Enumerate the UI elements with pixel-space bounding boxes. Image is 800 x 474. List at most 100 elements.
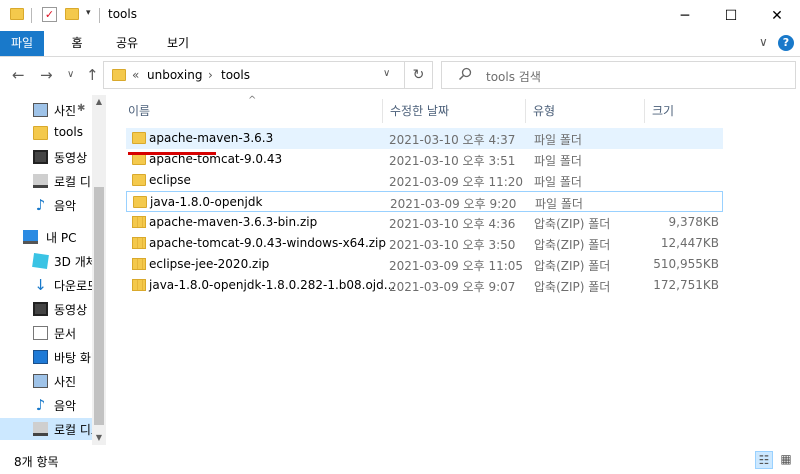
tab-view[interactable]: 보기 [160,31,196,56]
ribbon: 파일 홈 공유 보기 ∨ ? [0,31,800,57]
file-type: 파일 폴더 [534,133,582,147]
zip-folder-icon [132,237,146,249]
file-row[interactable]: java-1.8.0-openjdk 2021-03-09 오후 9:20 파일… [126,191,723,212]
search-icon [458,67,472,85]
column-divider[interactable] [525,99,526,123]
tab-home[interactable]: 홈 [60,31,94,56]
forward-button[interactable]: → [40,66,53,84]
breadcrumb-overflow-icon[interactable]: « [132,68,139,82]
file-type: 파일 폴더 [534,175,582,189]
navigation-scrollbar[interactable]: ▲ ▼ [92,95,106,445]
column-header-modified[interactable]: 수정한 날짜 [390,99,449,123]
column-header-type[interactable]: 유형 [533,99,555,123]
file-modified: 2021-03-09 오후 11:05 [389,259,524,273]
file-name: eclipse [149,173,191,187]
ribbon-collapse-icon[interactable]: ∨ [759,35,768,49]
column-divider[interactable] [382,99,383,123]
file-type: 파일 폴더 [534,154,582,168]
nav-item-pictures[interactable]: 사진 [0,370,92,392]
breadcrumb-separator[interactable]: › [208,68,213,82]
file-row[interactable]: apache-tomcat-9.0.43-windows-x64.zip 202… [126,233,723,254]
search-placeholder: tools 검색 [486,70,541,84]
file-name: apache-maven-3.6.3 [149,131,274,145]
nav-item-desktop[interactable]: 바탕 화면 [0,346,102,368]
tab-share[interactable]: 공유 [109,31,145,56]
address-bar[interactable]: « unboxing › tools ∨ [103,61,405,89]
file-name: apache-tomcat-9.0.43-windows-x64.zip [149,236,387,250]
file-size: 9,378KB [668,215,719,229]
file-row[interactable]: eclipse-jee-2020.zip 2021-03-09 오후 11:05… [126,254,723,275]
tab-file[interactable]: 파일 [0,31,44,56]
maximize-button[interactable]: ☐ [708,0,754,31]
nav-item-music[interactable]: ♪ 음악 [0,194,92,216]
folder-icon [132,174,146,186]
column-header-size[interactable]: 크기 [652,99,674,123]
refresh-button[interactable]: ↻ [405,61,433,89]
nav-item-3d-objects[interactable]: 3D 개체 [0,250,97,272]
close-button[interactable]: ✕ [754,0,800,31]
file-row[interactable]: apache-maven-3.6.3 2021-03-10 오후 4:37 파일… [126,128,723,149]
scroll-up-icon[interactable]: ▲ [92,95,106,109]
file-modified: 2021-03-09 오후 9:07 [389,280,516,294]
videos-icon [33,150,48,164]
folder-icon [132,132,146,144]
nav-item-label: 문서 [54,327,77,341]
red-underline-annotation [128,152,216,155]
sort-ascending-icon: ^ [248,95,257,106]
column-divider[interactable] [644,99,645,123]
nav-item-label: 동영상 [54,303,88,317]
file-size: 12,447KB [660,236,719,250]
window-title: tools [108,7,137,21]
new-folder-icon[interactable] [65,8,79,20]
music-icon: ♪ [35,196,46,214]
nav-item-tools[interactable]: tools [0,122,92,144]
minimize-button[interactable]: ─ [662,0,708,31]
nav-item-local-disk[interactable]: 로컬 디 [0,170,92,192]
column-header-name[interactable]: 이름 [128,99,150,123]
nav-item-videos[interactable]: 동영상 [0,298,92,320]
column-header-label: 이름 [128,104,151,118]
breadcrumb-tools[interactable]: tools [221,68,250,82]
documents-icon [33,326,48,340]
nav-item-downloads[interactable]: ↓ 다운로드 [0,274,98,296]
breadcrumb-unboxing[interactable]: unboxing [147,68,202,82]
address-dropdown-icon[interactable]: ∨ [383,68,390,79]
zip-folder-icon [132,216,146,228]
nav-item-this-pc[interactable]: 내 PC [0,226,92,248]
file-type: 파일 폴더 [535,197,583,211]
scroll-down-icon[interactable]: ▼ [92,431,106,445]
file-row[interactable]: apache-maven-3.6.3-bin.zip 2021-03-10 오후… [126,212,723,233]
scroll-thumb[interactable] [94,187,104,425]
file-modified: 2021-03-09 오후 11:20 [389,175,524,189]
nav-item-label: 내 PC [46,231,77,245]
file-row[interactable]: eclipse 2021-03-09 오후 11:20 파일 폴더 [126,170,723,191]
file-type: 압축(ZIP) 폴더 [534,238,611,252]
search-box[interactable]: tools 검색 [441,61,796,89]
back-button[interactable]: ← [12,66,25,84]
properties-icon[interactable]: ✓ [42,7,57,22]
file-modified: 2021-03-09 오후 9:20 [390,197,517,211]
file-type: 압축(ZIP) 폴더 [534,217,611,231]
title-bar: ✓ ▾ tools ─ ☐ ✕ [0,0,800,31]
nav-item-pictures[interactable]: 사진 ✱ [0,99,92,121]
nav-item-videos[interactable]: 동영상 [0,146,92,168]
file-size: 510,955KB [653,257,719,271]
nav-item-documents[interactable]: 문서 [0,322,92,344]
up-button[interactable]: ↑ [86,66,99,84]
file-row[interactable]: java-1.8.0-openjdk-1.8.0.282-1.b08.ojd..… [126,275,723,296]
nav-item-music[interactable]: ♪ 음악 [0,394,92,416]
divider [99,8,100,23]
large-icons-view-button[interactable]: ▦ [777,451,795,469]
file-modified: 2021-03-10 오후 3:51 [389,154,516,168]
zip-folder-icon [132,258,146,270]
folder-icon [10,8,24,20]
file-name: java-1.8.0-openjdk [150,195,263,209]
nav-item-local-disk[interactable]: 로컬 디스크 [0,418,106,440]
help-icon[interactable]: ? [778,35,794,51]
file-type: 압축(ZIP) 폴더 [534,280,611,294]
file-list: 이름 ^ 수정한 날짜 유형 크기 apache-maven-3.6.3 202… [106,95,800,445]
recent-locations-button[interactable]: ∨ [67,69,74,80]
customize-quick-access-icon[interactable]: ▾ [86,8,91,18]
details-view-button[interactable]: ☷ [755,451,773,469]
folder-icon [133,196,147,208]
